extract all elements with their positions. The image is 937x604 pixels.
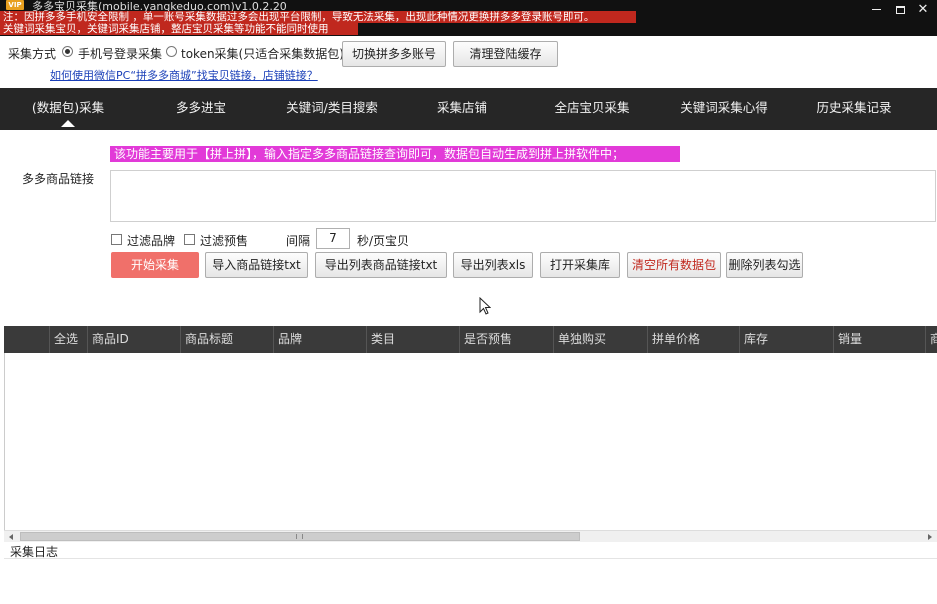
column-header-category[interactable]: 类目 <box>367 326 460 353</box>
column-header-stock[interactable]: 库存 <box>740 326 834 353</box>
link-field-label: 多多商品链接 <box>22 172 95 186</box>
filter-brand-checkbox[interactable] <box>111 234 122 245</box>
maximize-icon <box>895 5 905 14</box>
close-button[interactable]: ✕ <box>913 2 933 18</box>
title-bar: VIP 多多宝贝采集(mobile.yangkeduo.com)v1.0.2.2… <box>0 0 937 36</box>
export-links-txt-button[interactable]: 导出列表商品链接txt <box>315 252 447 278</box>
scrollbar-thumb[interactable] <box>20 532 580 541</box>
main-nav: (数据包)采集 多多进宝 关键词/类目搜索 采集店铺 全店宝贝采集 关键词采集心… <box>0 88 937 130</box>
minimize-icon <box>871 9 881 10</box>
tab-whole-shop-collect[interactable]: 全店宝贝采集 <box>540 88 644 130</box>
mode-label: 采集方式 <box>8 47 57 61</box>
results-table-header: 全选 商品ID 商品标题 品牌 类目 是否预售 单独购买 拼单价格 库存 销量 … <box>4 326 937 353</box>
minimize-button[interactable] <box>866 2 886 18</box>
switch-account-button[interactable]: 切换拼多多账号 <box>342 41 446 67</box>
column-header-more[interactable]: 商 <box>926 326 937 353</box>
radio-phone-login-label[interactable]: 手机号登录采集 <box>78 45 162 62</box>
filter-brand-label[interactable]: 过滤品牌 <box>127 232 175 249</box>
radio-token-label[interactable]: token采集(只适合采集数据包) <box>181 45 344 62</box>
warning-line-2: 关键词采集宝贝，关键词采集店铺，整店宝贝采集等功能不能同时使用 <box>0 23 358 35</box>
radio-phone-login[interactable] <box>62 46 73 57</box>
scrollbar-grip-icon <box>296 534 303 539</box>
tab-keyword-category-search[interactable]: 关键词/类目搜索 <box>272 88 392 130</box>
info-banner: 该功能主要用于【拼上拼】，输入指定多多商品链接查询即可，数据包自动生成到拼上拼软… <box>110 146 680 162</box>
column-header-single-buy[interactable]: 单独购买 <box>554 326 648 353</box>
tab-keyword-tips[interactable]: 关键词采集心得 <box>668 88 780 130</box>
filter-presale-label[interactable]: 过滤预售 <box>200 232 248 249</box>
column-header-product-id[interactable]: 商品ID <box>88 326 181 353</box>
horizontal-scrollbar[interactable] <box>4 530 937 542</box>
open-library-button[interactable]: 打开采集库 <box>540 252 620 278</box>
results-table-body[interactable] <box>4 353 937 530</box>
radio-token[interactable] <box>166 46 177 57</box>
delete-checked-button[interactable]: 删除列表勾选 <box>726 252 803 278</box>
interval-label: 间隔 <box>286 234 311 248</box>
clear-all-packages-button[interactable]: 清空所有数据包 <box>627 252 721 278</box>
tab-history[interactable]: 历史采集记录 <box>806 88 902 130</box>
tab-duoduo-jinbao[interactable]: 多多进宝 <box>160 88 242 130</box>
export-xls-button[interactable]: 导出列表xls <box>453 252 533 278</box>
product-link-input[interactable] <box>110 170 936 222</box>
mouse-cursor-icon <box>479 297 491 315</box>
column-header-presale[interactable]: 是否预售 <box>460 326 554 353</box>
start-collect-button[interactable]: 开始采集 <box>111 252 199 278</box>
interval-unit: 秒/页宝贝 <box>357 234 410 248</box>
interval-input[interactable]: 7 <box>316 228 350 249</box>
log-area[interactable] <box>4 558 937 604</box>
close-icon: ✕ <box>917 2 929 17</box>
import-links-txt-button[interactable]: 导入商品链接txt <box>205 252 308 278</box>
column-header-blank <box>4 326 50 353</box>
tab-collect-shop[interactable]: 采集店铺 <box>420 88 504 130</box>
maximize-button[interactable] <box>890 2 910 18</box>
app-logo-icon: VIP <box>6 0 24 10</box>
clear-login-cache-button[interactable]: 清理登陆缓存 <box>453 41 558 67</box>
active-tab-indicator <box>61 120 75 127</box>
filter-presale-checkbox[interactable] <box>184 234 195 245</box>
column-header-sales[interactable]: 销量 <box>834 326 926 353</box>
column-header-brand[interactable]: 品牌 <box>274 326 367 353</box>
scroll-left-icon[interactable] <box>9 534 13 540</box>
column-header-title[interactable]: 商品标题 <box>181 326 274 353</box>
column-header-group-price[interactable]: 拼单价格 <box>648 326 740 353</box>
column-header-select-all[interactable]: 全选 <box>50 326 88 353</box>
warning-line-1: 注：因拼多多手机安全限制 ，单一账号采集数据过多会出现平台限制，导致无法采集，出… <box>0 11 636 23</box>
help-link[interactable]: 如何使用微信PC“拼多多商城”找宝贝链接，店铺链接？ <box>50 67 318 83</box>
scroll-right-icon[interactable] <box>928 534 932 540</box>
